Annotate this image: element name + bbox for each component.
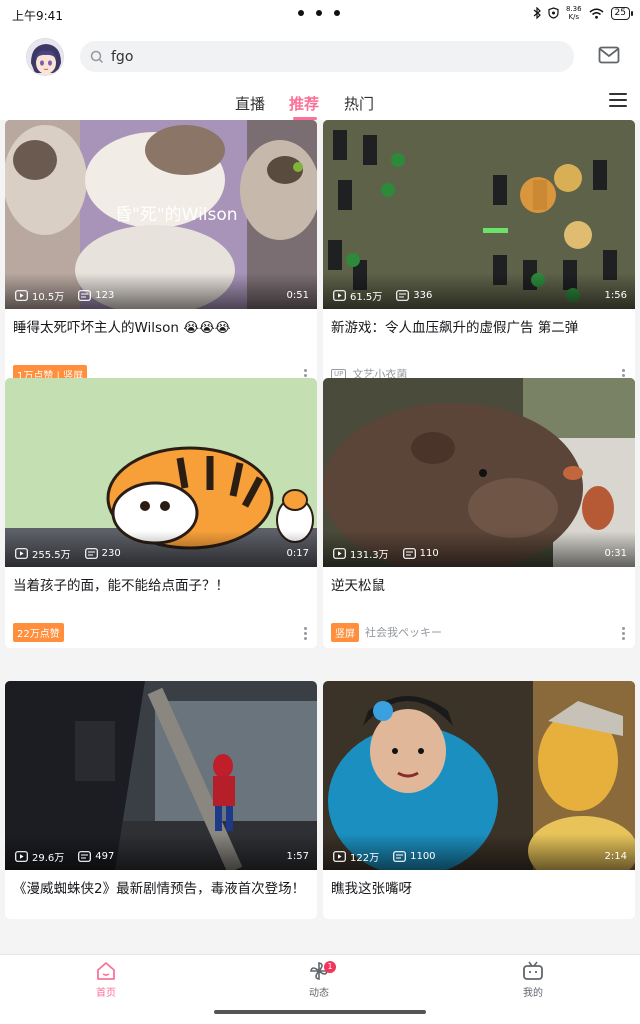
video-thumbnail[interactable]: 昏"死"的Wilson 10.5万 123 0:51 xyxy=(5,120,317,309)
video-feed[interactable]: 昏"死"的Wilson 10.5万 123 0:51 睡得太死吓坏主人的Wils… xyxy=(0,120,640,954)
danmaku-icon xyxy=(78,290,92,301)
shield-icon xyxy=(548,7,559,19)
danmaku-icon xyxy=(393,851,406,862)
tab-recommend[interactable]: 推荐 xyxy=(289,93,319,114)
comment-count: 123 xyxy=(95,290,115,301)
view-count: 131.3万 xyxy=(350,550,389,561)
video-title[interactable]: 当着孩子的面，能不能给点面子？！ xyxy=(5,567,317,616)
video-info-row: 22万点赞 xyxy=(5,616,317,648)
danmaku-icon xyxy=(402,548,416,559)
home-indicator[interactable] xyxy=(214,1010,426,1014)
video-badge: 竖屏 xyxy=(331,622,359,642)
video-card[interactable]: 255.5万 230 0:17 当着孩子的面，能不能给点面子？！ 22万点赞 xyxy=(5,378,317,648)
nav-mine[interactable]: 我的 xyxy=(493,961,573,999)
status-time: 上午9:41 xyxy=(12,9,63,23)
comment-count: 1100 xyxy=(410,851,436,862)
status-right: 8.36 K/s 25 xyxy=(533,5,634,21)
video-title[interactable]: 《漫威蜘蛛侠2》最新剧情预告，毒液首次登场！ xyxy=(5,870,317,919)
view-count: 122万 xyxy=(350,853,380,864)
nav-dynamic[interactable]: 1 动态 xyxy=(279,961,359,999)
view-count: 29.6万 xyxy=(32,853,65,864)
view-count: 61.5万 xyxy=(350,292,383,303)
wifi-icon xyxy=(589,8,604,19)
nav-mine-label: 我的 xyxy=(523,988,543,999)
notification-badge: 1 xyxy=(324,961,336,973)
comment-count: 497 xyxy=(95,851,115,862)
video-thumbnail[interactable]: 122万 1100 2:14 xyxy=(323,681,635,870)
search-input[interactable]: fgo xyxy=(80,41,574,72)
video-card[interactable]: 122万 1100 2:14 瞧我这张嘴呀 xyxy=(323,681,635,919)
video-stats: 29.6万 497 1:57 xyxy=(15,849,309,864)
status-bar: 上午9:41 8.36 K/s 25 xyxy=(0,0,640,30)
search-icon xyxy=(90,50,104,63)
danmaku-icon xyxy=(396,290,410,301)
video-card[interactable]: 61.5万 336 1:56 新游戏：令人血压飙升的虚假广告 第二弹 UP 文艺… xyxy=(323,120,635,390)
net-speed-value: 8.36 xyxy=(565,5,582,13)
video-stats: 10.5万 123 0:51 xyxy=(15,288,309,303)
video-thumbnail[interactable]: 131.3万 110 0:31 xyxy=(323,378,635,567)
video-title[interactable]: 瞧我这张嘴呀 xyxy=(323,870,635,919)
battery-indicator: 25 xyxy=(610,6,634,20)
video-duration: 1:56 xyxy=(604,290,627,301)
net-speed: 8.36 K/s xyxy=(566,5,582,21)
video-card[interactable]: 29.6万 497 1:57 《漫威蜘蛛侠2》最新剧情预告，毒液首次登场！ xyxy=(5,681,317,919)
video-duration: 0:51 xyxy=(286,290,309,301)
video-stats: 255.5万 230 0:17 xyxy=(15,546,309,561)
mail-icon[interactable] xyxy=(598,46,620,64)
tab-live[interactable]: 直播 xyxy=(235,93,265,114)
video-duration: 0:17 xyxy=(286,548,309,559)
video-stats: 122万 1100 2:14 xyxy=(333,849,627,864)
video-duration: 0:31 xyxy=(604,548,627,559)
video-thumbnail[interactable]: 255.5万 230 0:17 xyxy=(5,378,317,567)
video-stats: 131.3万 110 0:31 xyxy=(333,546,627,561)
video-card[interactable]: 131.3万 110 0:31 逆天松鼠 竖屏 社会我ペッキー xyxy=(323,378,635,648)
danmaku-icon xyxy=(84,548,98,559)
view-count: 255.5万 xyxy=(32,550,71,561)
comment-count: 230 xyxy=(101,548,121,559)
tab-hot[interactable]: 热门 xyxy=(344,93,374,114)
video-card[interactable]: 昏"死"的Wilson 10.5万 123 0:51 睡得太死吓坏主人的Wils… xyxy=(5,120,317,390)
more-options-icon[interactable] xyxy=(622,627,625,642)
video-title[interactable]: 新游戏：令人血压飙升的虚假广告 第二弹 xyxy=(323,309,635,358)
comment-count: 110 xyxy=(419,548,439,559)
thumbnail-overlay-text: 昏"死"的Wilson xyxy=(115,205,238,225)
uploader-name[interactable]: 社会我ペッキー xyxy=(365,624,442,640)
nav-home[interactable]: 首页 xyxy=(66,961,146,999)
video-stats: 61.5万 336 1:56 xyxy=(333,288,627,303)
video-title[interactable]: 逆天松鼠 xyxy=(323,567,635,616)
channel-tabs: 直播 推荐 热门 xyxy=(0,90,640,120)
net-speed-unit: K/s xyxy=(568,13,580,21)
play-count-icon xyxy=(333,548,346,559)
play-count-icon xyxy=(15,548,28,559)
home-icon xyxy=(97,962,115,980)
search-query-text: fgo xyxy=(111,48,134,65)
tv-icon xyxy=(523,961,543,980)
view-count: 10.5万 xyxy=(32,292,65,303)
comment-count: 336 xyxy=(413,290,433,301)
video-duration: 1:57 xyxy=(286,851,309,862)
video-title[interactable]: 睡得太死吓坏主人的Wilson 😭😭😭 xyxy=(5,309,317,358)
danmaku-icon xyxy=(78,851,92,862)
video-duration: 2:14 xyxy=(604,851,627,862)
video-thumbnail[interactable]: 61.5万 336 1:56 xyxy=(323,120,635,309)
top-header: fgo xyxy=(0,30,640,90)
play-count-icon xyxy=(15,851,28,862)
video-info-row: 竖屏 社会我ペッキー xyxy=(323,616,635,648)
video-badge: 22万点赞 xyxy=(13,622,64,642)
more-options-icon[interactable] xyxy=(304,627,307,642)
play-count-icon xyxy=(333,290,346,301)
avatar[interactable] xyxy=(26,38,64,76)
nav-dynamic-label: 动态 xyxy=(309,988,329,999)
play-count-icon xyxy=(15,290,28,301)
nav-home-label: 首页 xyxy=(96,988,116,999)
multitask-dots[interactable] xyxy=(298,10,340,16)
video-thumbnail[interactable]: 29.6万 497 1:57 xyxy=(5,681,317,870)
bluetooth-icon xyxy=(533,7,541,19)
channel-menu-icon[interactable] xyxy=(609,93,627,111)
play-count-icon xyxy=(333,851,346,862)
